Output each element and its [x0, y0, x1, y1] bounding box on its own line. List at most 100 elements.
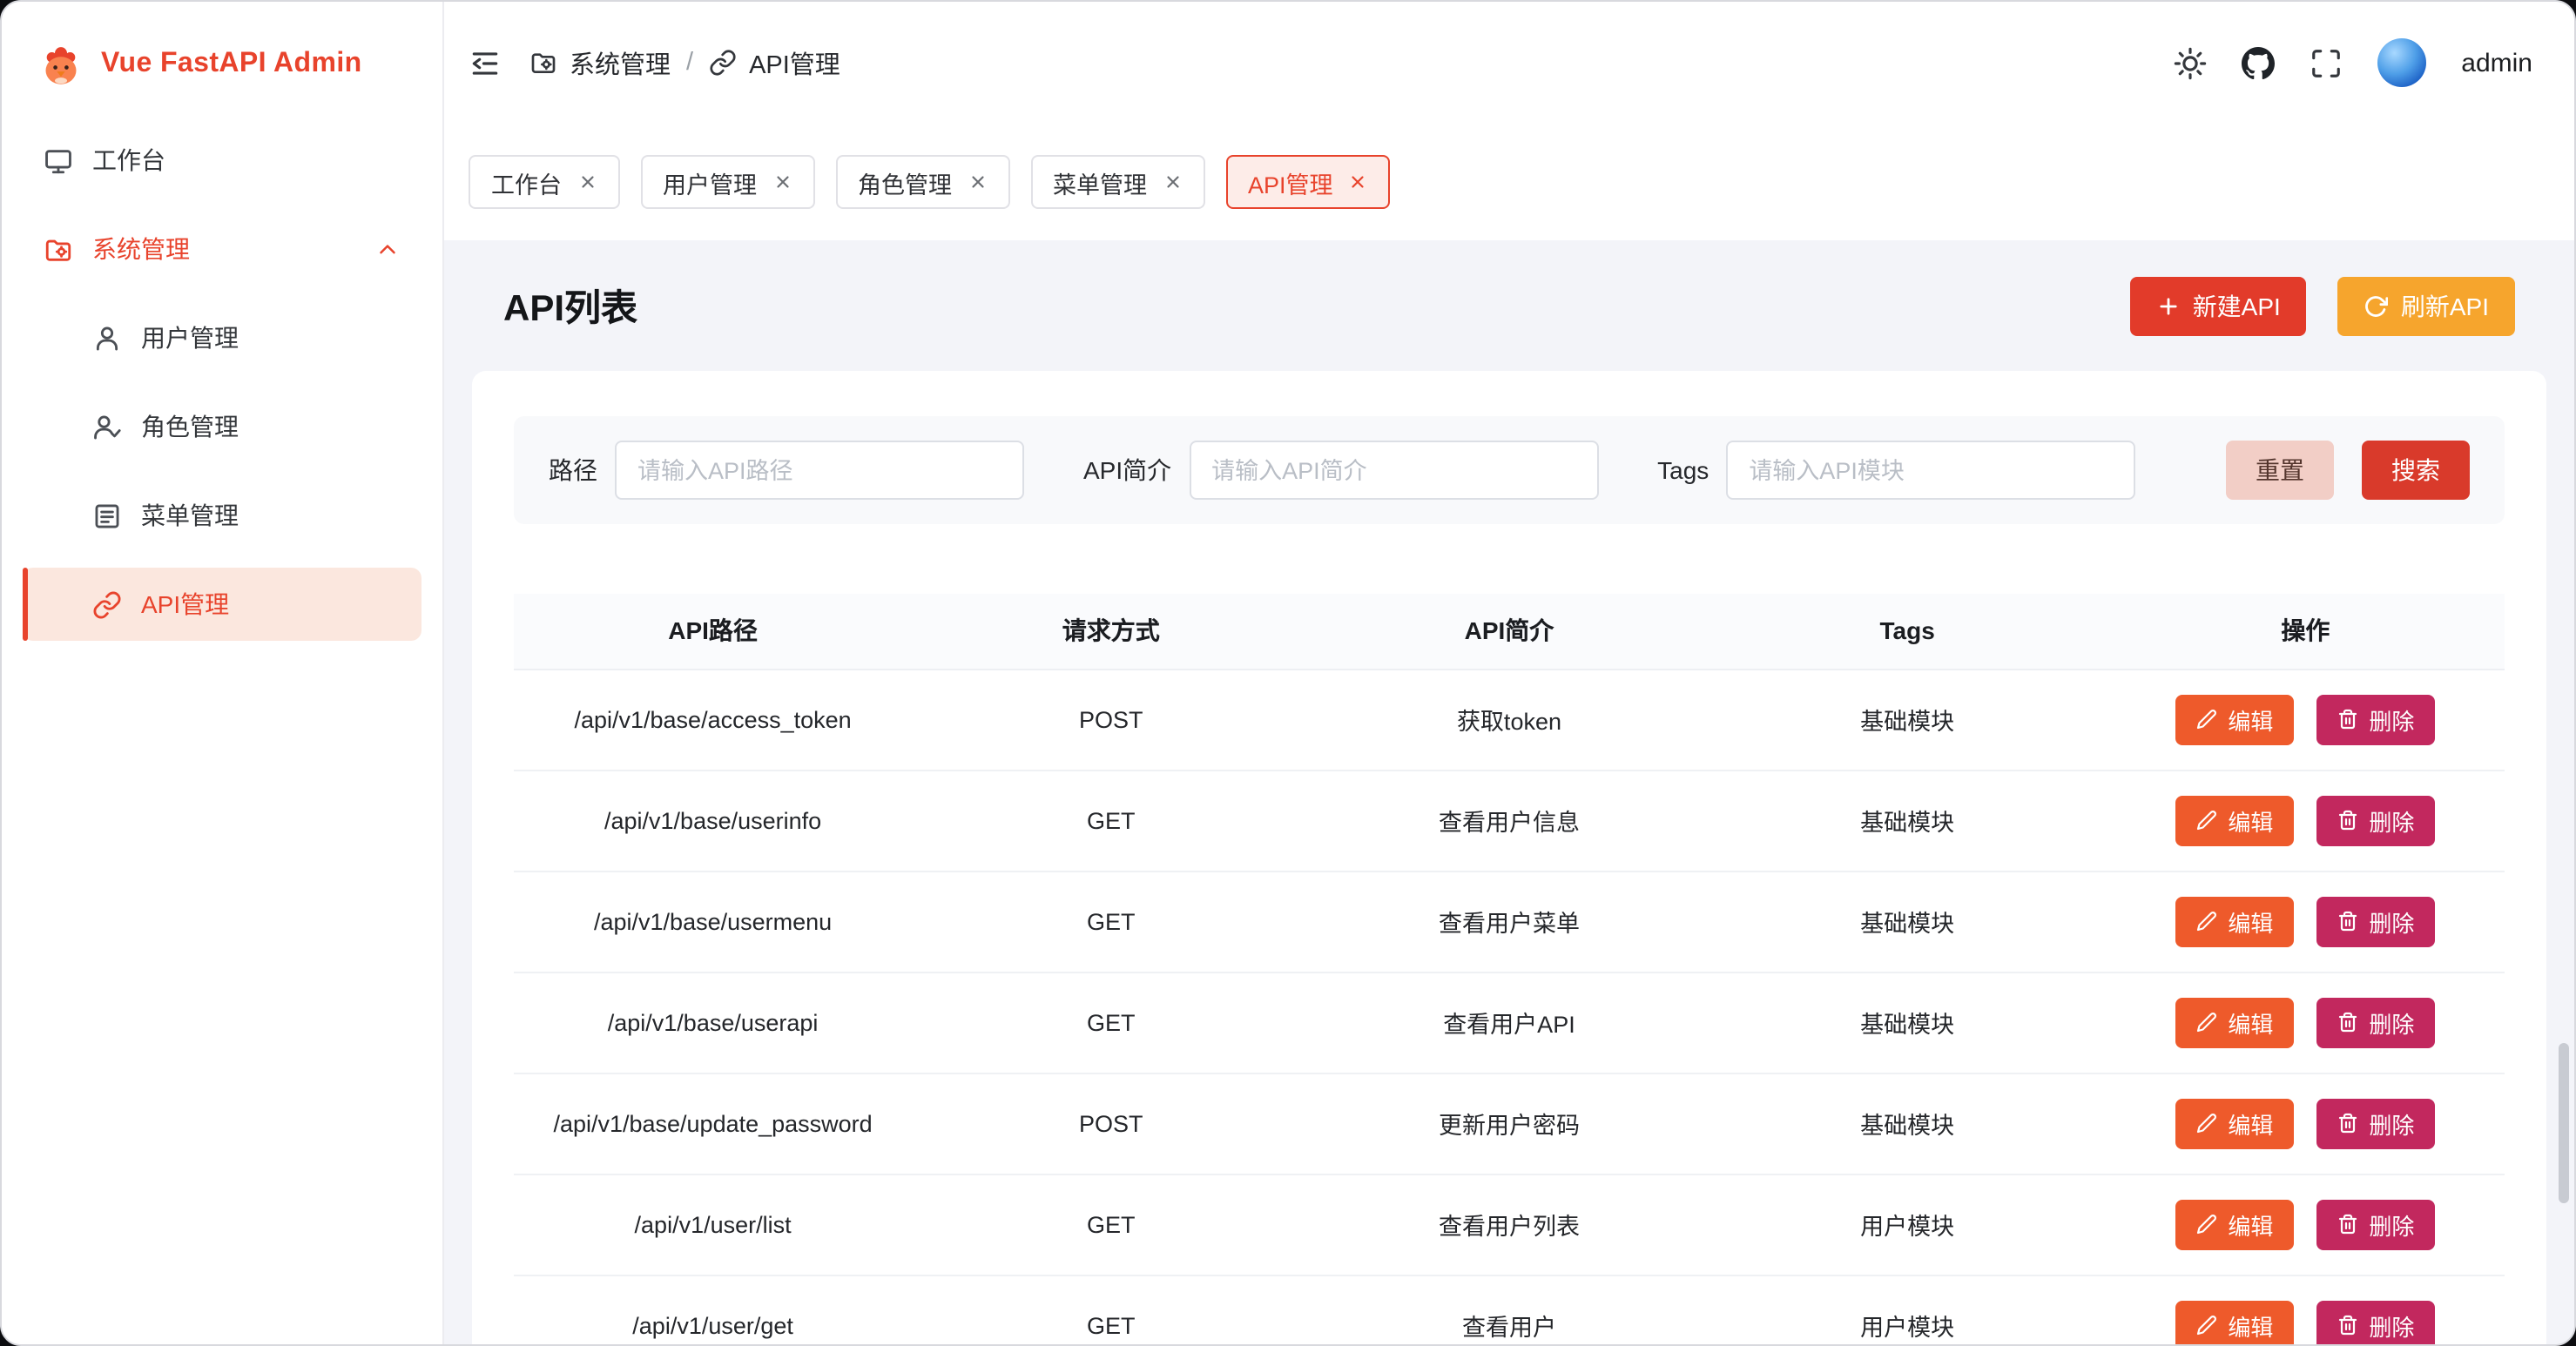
link-icon	[92, 589, 122, 619]
api-path-cell: /api/v1/base/access_token	[514, 669, 912, 770]
api-path-cell: /api/v1/user/get	[514, 1275, 912, 1344]
system-folder-gear-icon	[44, 234, 73, 264]
delete-button[interactable]: 删除	[2316, 1300, 2435, 1344]
fullscreen-button[interactable]	[2310, 46, 2343, 79]
chicken-logo-icon	[37, 40, 85, 89]
tags-filter-input[interactable]	[1726, 441, 2135, 500]
app-window: Vue FastAPI Admin 工作台 系统管理 用户管理	[0, 0, 2576, 1346]
edit-button[interactable]: 编辑	[2175, 795, 2294, 845]
api-method-cell: POST	[912, 1073, 1310, 1174]
tab-close-icon[interactable]	[1163, 172, 1182, 192]
tab-close-icon[interactable]	[577, 172, 597, 192]
api-actions-cell: 编辑 删除	[2107, 1174, 2505, 1275]
app-logo: Vue FastAPI Admin	[2, 30, 442, 124]
scrollbar-thumb[interactable]	[2559, 1043, 2569, 1203]
delete-button[interactable]: 删除	[2316, 795, 2435, 845]
edit-button[interactable]: 编辑	[2175, 694, 2294, 744]
edit-button[interactable]: 编辑	[2175, 896, 2294, 946]
delete-button[interactable]: 删除	[2316, 997, 2435, 1047]
table-row: /api/v1/base/userapi GET 查看用户API 基础模块 编辑…	[514, 972, 2505, 1073]
theme-toggle-button[interactable]	[2174, 46, 2207, 79]
breadcrumb-separator: /	[686, 49, 693, 77]
table-row: /api/v1/base/update_password POST 更新用户密码…	[514, 1073, 2505, 1174]
user-check-icon	[92, 412, 122, 441]
delete-label: 删除	[2369, 1208, 2414, 1241]
tab-label: 菜单管理	[1053, 165, 1147, 199]
user-avatar[interactable]	[2377, 38, 2426, 87]
delete-button[interactable]: 删除	[2316, 1199, 2435, 1249]
api-tags-cell: 用户模块	[1709, 1174, 2107, 1275]
sidebar-item-system[interactable]: 系统管理	[23, 212, 421, 286]
tab[interactable]: 角色管理	[835, 155, 1009, 209]
api-tags-cell: 基础模块	[1709, 669, 2107, 770]
api-tags-cell: 基础模块	[1709, 972, 2107, 1073]
trash-icon	[2337, 810, 2358, 831]
api-summary-cell: 查看用户	[1310, 1275, 1708, 1344]
tab[interactable]: 用户管理	[640, 155, 814, 209]
app-title: Vue FastAPI Admin	[101, 49, 362, 80]
column-header-summary: API简介	[1310, 594, 1708, 669]
plus-icon	[2156, 293, 2181, 318]
pencil-icon	[2196, 1214, 2217, 1235]
sidebar-item-roles[interactable]: 角色管理	[23, 390, 421, 463]
sidebar-menu: 工作台 系统管理 用户管理 角色管理	[2, 124, 442, 641]
breadcrumb-label: API管理	[749, 44, 840, 81]
pencil-icon	[2196, 911, 2217, 932]
breadcrumb-api[interactable]: API管理	[709, 44, 840, 81]
sun-icon	[2174, 46, 2207, 79]
breadcrumb-system[interactable]: 系统管理	[529, 44, 671, 81]
edit-button[interactable]: 编辑	[2175, 997, 2294, 1047]
sidebar-item-api[interactable]: API管理	[23, 568, 421, 641]
edit-button[interactable]: 编辑	[2175, 1300, 2294, 1344]
column-header-method: 请求方式	[912, 594, 1310, 669]
table-row: /api/v1/base/userinfo GET 查看用户信息 基础模块 编辑…	[514, 770, 2505, 871]
reset-button[interactable]: 重置	[2226, 441, 2334, 500]
edit-label: 编辑	[2228, 804, 2273, 837]
api-actions-cell: 编辑 删除	[2107, 770, 2505, 871]
api-summary-cell: 查看用户列表	[1310, 1174, 1708, 1275]
delete-label: 删除	[2369, 1309, 2414, 1342]
sidebar-item-label: 角色管理	[141, 409, 239, 444]
edit-button[interactable]: 编辑	[2175, 1199, 2294, 1249]
trash-icon	[2337, 1012, 2358, 1033]
api-method-cell: GET	[912, 871, 1310, 972]
header-actions: admin	[2174, 38, 2532, 87]
tab[interactable]: API管理	[1225, 155, 1391, 209]
github-link[interactable]	[2242, 46, 2275, 79]
sidebar-item-workbench[interactable]: 工作台	[23, 124, 421, 197]
pencil-icon	[2196, 810, 2217, 831]
tab[interactable]: 菜单管理	[1030, 155, 1204, 209]
sidebar-item-menus[interactable]: 菜单管理	[23, 479, 421, 552]
api-summary-cell: 查看用户菜单	[1310, 871, 1708, 972]
edit-label: 编辑	[2228, 1107, 2273, 1140]
delete-button[interactable]: 删除	[2316, 694, 2435, 744]
trash-icon	[2337, 911, 2358, 932]
api-method-cell: GET	[912, 1275, 1310, 1344]
edit-button[interactable]: 编辑	[2175, 1098, 2294, 1148]
system-folder-gear-icon	[529, 49, 557, 77]
sidebar-item-label: 菜单管理	[141, 498, 239, 533]
search-button[interactable]: 搜索	[2362, 441, 2470, 500]
tab-close-icon[interactable]	[1349, 172, 1368, 192]
path-filter-label: 路径	[549, 453, 597, 488]
refresh-api-button[interactable]: 刷新API	[2338, 276, 2515, 335]
sidebar-item-label: 用户管理	[141, 320, 239, 355]
tab-close-icon[interactable]	[968, 172, 987, 192]
page-actions: 新建API 刷新API	[2130, 276, 2515, 335]
sidebar-item-users[interactable]: 用户管理	[23, 301, 421, 374]
api-tags-cell: 基础模块	[1709, 770, 2107, 871]
github-icon	[2242, 46, 2275, 79]
top-header: 系统管理 / API管理	[444, 2, 2574, 124]
summary-filter-input[interactable]	[1189, 441, 1598, 500]
delete-button[interactable]: 删除	[2316, 1098, 2435, 1148]
create-api-button[interactable]: 新建API	[2130, 276, 2307, 335]
api-method-cell: POST	[912, 669, 1310, 770]
chevron-up-icon	[374, 236, 401, 262]
tab-label: 用户管理	[663, 165, 757, 199]
sidebar-collapse-button[interactable]	[469, 46, 502, 79]
delete-button[interactable]: 删除	[2316, 896, 2435, 946]
tab-close-icon[interactable]	[772, 172, 792, 192]
tab[interactable]: 工作台	[469, 155, 619, 209]
delete-label: 删除	[2369, 1006, 2414, 1039]
path-filter-input[interactable]	[615, 441, 1024, 500]
